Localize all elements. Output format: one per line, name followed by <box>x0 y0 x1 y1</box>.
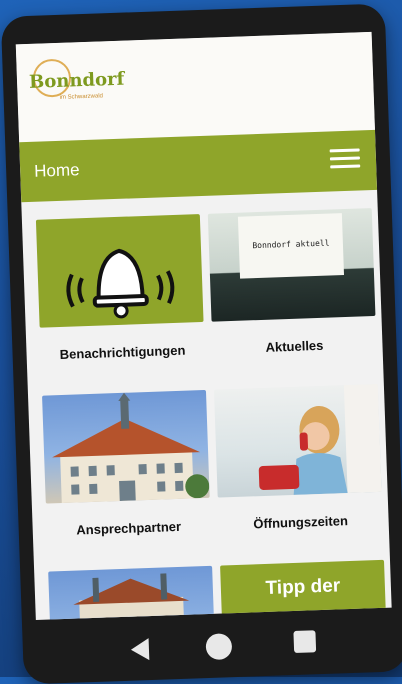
paper-sheet: Bonndorf aktuell <box>237 213 345 279</box>
castle-image <box>48 565 216 621</box>
tile-castle[interactable] <box>48 565 216 621</box>
tile-label: Aktuelles <box>265 337 324 355</box>
child-on-phone-illustration <box>258 383 382 495</box>
page-title: Home <box>33 160 80 181</box>
paper-text: Bonndorf aktuell <box>252 238 330 251</box>
tile-label: Benachrichtigungen <box>59 342 186 363</box>
home-icon[interactable] <box>205 633 233 661</box>
tile-grid: Benachrichtigungen Bonndorf aktuell Aktu… <box>22 200 388 621</box>
tile-benachrichtigungen[interactable]: Benachrichtigungen <box>35 214 204 362</box>
typewriter-image: Bonndorf aktuell <box>207 208 376 322</box>
logo-bar: Bonndorf im Schwarzwald <box>15 31 375 143</box>
android-navbar <box>22 607 402 684</box>
hamburger-menu-icon[interactable] <box>329 148 361 169</box>
castle-illustration <box>73 573 190 621</box>
tile-image <box>35 214 204 328</box>
tile-label: Öffnungszeiten <box>253 513 349 532</box>
bonndorf-logo[interactable]: Bonndorf im Schwarzwald <box>28 58 125 101</box>
back-icon[interactable] <box>130 638 150 661</box>
logo-subtitle: im Schwarzwald <box>59 93 104 101</box>
bell-icon <box>66 248 175 319</box>
logo-text: Bonndorf <box>28 68 125 93</box>
child-phone-image <box>213 383 382 498</box>
app-header: Home <box>19 129 378 203</box>
app-screen: Bonndorf im Schwarzwald Home Benachricht… <box>15 31 392 621</box>
tile-ansprechpartner[interactable]: Ansprechpartner <box>42 389 210 538</box>
tile-label: Tipp der <box>265 575 341 599</box>
tile-oeffnungszeiten[interactable]: Öffnungszeiten <box>213 383 382 531</box>
building-image <box>42 389 210 504</box>
recent-apps-icon[interactable] <box>293 630 317 654</box>
town-hall-illustration <box>52 392 210 504</box>
tile-aktuelles[interactable]: Bonndorf aktuell Aktuelles <box>207 208 376 355</box>
tile-label: Ansprechpartner <box>76 518 182 538</box>
phone-frame: Bonndorf im Schwarzwald Home Benachricht… <box>0 3 402 684</box>
